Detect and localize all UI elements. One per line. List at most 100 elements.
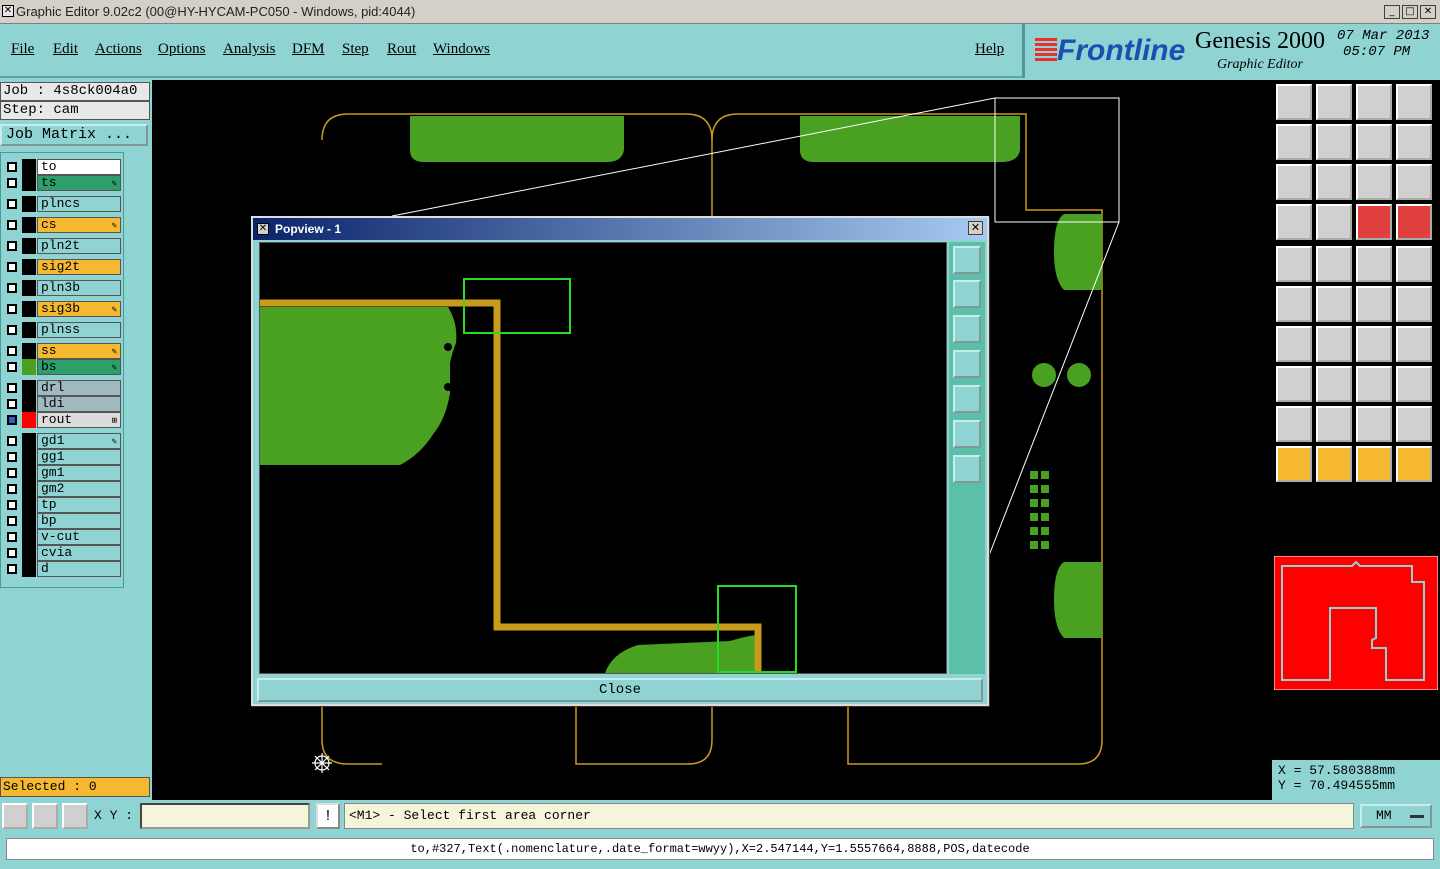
layer-checkbox[interactable] (7, 362, 17, 372)
popview-close-button[interactable]: Close (257, 678, 983, 702)
layer-row-gm2[interactable]: gm2 (3, 481, 121, 497)
group-icon[interactable] (1396, 366, 1432, 402)
scale-icon[interactable] (1356, 164, 1392, 200)
menu-file[interactable]: File (11, 41, 34, 58)
menu-edit[interactable]: Edit (53, 41, 78, 58)
layout-icon[interactable] (1396, 84, 1432, 120)
layer-name[interactable]: ts ✎ (37, 175, 121, 191)
join-icon[interactable] (1316, 366, 1352, 402)
unit-select[interactable]: MM (1360, 804, 1432, 828)
layer-row-tp[interactable]: tp (3, 497, 121, 513)
layer-checkbox[interactable] (7, 220, 17, 230)
layer-row-cs[interactable]: cs ✎ (3, 217, 121, 233)
arrow-alt-icon[interactable] (1396, 286, 1432, 322)
grid-icon[interactable] (1316, 204, 1352, 240)
layer-row-sig2t[interactable]: sig2t (3, 259, 121, 275)
ruler-icon[interactable] (1356, 246, 1392, 282)
layer-name[interactable]: drl (37, 380, 121, 396)
center-icon[interactable] (1316, 164, 1352, 200)
filter-icon[interactable] (1276, 204, 1312, 240)
pan-left-icon[interactable] (953, 350, 981, 378)
arc-icon[interactable] (1356, 326, 1392, 362)
pan-right-icon[interactable] (953, 385, 981, 413)
pan-right-icon[interactable] (1316, 124, 1352, 160)
layer-name[interactable]: rout ⊞ (37, 412, 121, 428)
layer-checkbox[interactable] (7, 500, 17, 510)
layer-row-bs[interactable]: bs ✎ (3, 359, 121, 375)
layer-row-plncs[interactable]: plncs (3, 196, 121, 212)
measure-icon[interactable] (32, 803, 58, 829)
layer-row-bp[interactable]: bp (3, 513, 121, 529)
menu-options[interactable]: Options (158, 41, 206, 58)
select-circle-icon[interactable] (1356, 446, 1392, 482)
popview-canvas[interactable] (259, 242, 947, 674)
layer-name[interactable]: d (37, 561, 121, 577)
home-icon[interactable] (1356, 84, 1392, 120)
layer-checkbox[interactable] (7, 162, 17, 172)
layer-checkbox[interactable] (7, 304, 17, 314)
pad-icon[interactable] (1276, 246, 1312, 282)
layer-row-gg1[interactable]: gg1 (3, 449, 121, 465)
measure-icon[interactable] (1356, 366, 1392, 402)
layer-name[interactable]: ss ✎ (37, 343, 121, 359)
layer-checkbox[interactable] (7, 532, 17, 542)
layer-name[interactable]: pln2t (37, 238, 121, 254)
xy-input[interactable] (140, 803, 310, 829)
layer-row-ts[interactable]: ts ✎ (3, 175, 121, 191)
mini-map[interactable] (1273, 555, 1439, 691)
delete-icon[interactable] (1316, 286, 1352, 322)
layer-name[interactable]: gd1 ✎ (37, 433, 121, 449)
menu-step[interactable]: Step (342, 41, 369, 58)
triangle-icon[interactable] (1276, 406, 1312, 442)
select-route-icon[interactable] (1396, 446, 1432, 482)
layer-name[interactable]: plncs (37, 196, 121, 212)
layer-row-rout[interactable]: rout ⊞ (3, 412, 121, 428)
layer-row-d[interactable]: d (3, 561, 121, 577)
layer-checkbox[interactable] (7, 548, 17, 558)
layer-name[interactable]: to (37, 159, 121, 175)
snap-icon[interactable] (2, 803, 28, 829)
arch-icon[interactable] (1356, 406, 1392, 442)
layer-checkbox[interactable] (7, 383, 17, 393)
layer-checkbox[interactable] (7, 241, 17, 251)
close-window-button[interactable]: ✕ (1420, 5, 1436, 19)
layer-row-drl[interactable]: drl (3, 380, 121, 396)
swap-icon[interactable] (1356, 124, 1392, 160)
menu-help[interactable]: Help (975, 41, 1004, 58)
zoom-window-icon[interactable] (953, 246, 981, 274)
layer-checkbox[interactable] (7, 484, 17, 494)
layer-row-gm1[interactable]: gm1 (3, 465, 121, 481)
route-alt-icon[interactable] (1396, 204, 1432, 240)
zoom-in-icon[interactable] (1276, 84, 1312, 120)
layer-row-cvia[interactable]: cvia (3, 545, 121, 561)
layer-row-v-cut[interactable]: v-cut (3, 529, 121, 545)
help-icon[interactable] (1396, 164, 1432, 200)
job-matrix-button[interactable]: Job Matrix ... (0, 124, 148, 146)
circle-icon[interactable] (1396, 246, 1432, 282)
layer-checkbox[interactable] (7, 468, 17, 478)
layer-checkbox[interactable] (7, 346, 17, 356)
fit-icon[interactable] (1276, 164, 1312, 200)
layer-row-sig3b[interactable]: sig3b ✎ (3, 301, 121, 317)
layer-name[interactable]: v-cut (37, 529, 121, 545)
layer-name[interactable]: pln3b (37, 280, 121, 296)
layer-checkbox[interactable] (7, 415, 17, 425)
layer-checkbox[interactable] (7, 436, 17, 446)
layer-name[interactable]: cs ✎ (37, 217, 121, 233)
select-icon[interactable] (1276, 446, 1312, 482)
layer-name[interactable]: gm1 (37, 465, 121, 481)
move-icon[interactable] (1276, 366, 1312, 402)
layer-checkbox[interactable] (7, 262, 17, 272)
cross-arch-icon[interactable] (1396, 406, 1432, 442)
layer-row-ss[interactable]: ss ✎ (3, 343, 121, 359)
zoom-out-icon[interactable] (1316, 84, 1352, 120)
layer-checkbox[interactable] (7, 564, 17, 574)
layer-name[interactable]: sig2t (37, 259, 121, 275)
maximize-button[interactable]: □ (1402, 5, 1418, 19)
angle-icon[interactable] (1276, 326, 1312, 362)
layer-name[interactable]: plnss (37, 322, 121, 338)
zoom-fit-icon[interactable] (953, 420, 981, 448)
layer-name[interactable]: ldi (37, 396, 121, 412)
layer-checkbox[interactable] (7, 516, 17, 526)
layer-checkbox[interactable] (7, 178, 17, 188)
